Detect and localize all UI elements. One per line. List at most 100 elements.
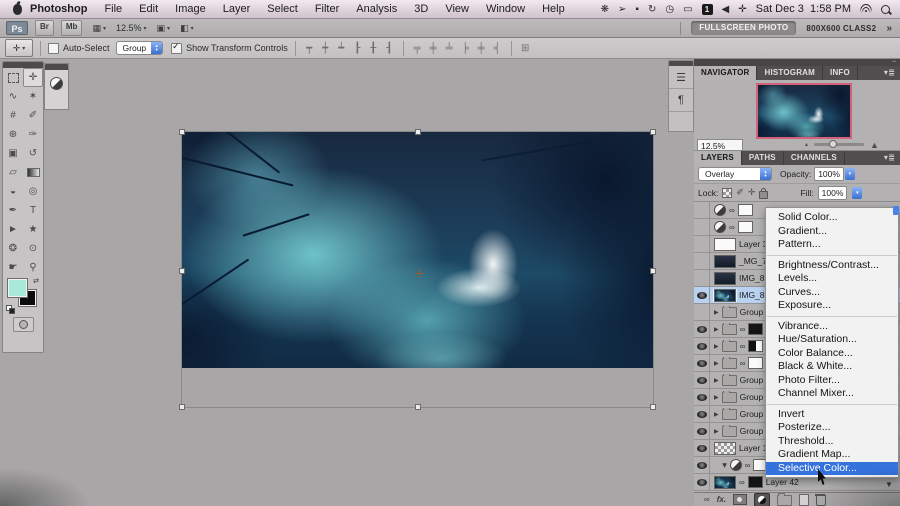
arrange-documents-button[interactable]: ▣ ▾ (157, 23, 171, 34)
pen-tool[interactable]: ✒ (3, 201, 23, 220)
transform-handle-bottom-right[interactable] (650, 404, 656, 410)
pan-3d-tool[interactable]: ⊙ (23, 239, 43, 258)
input-menu-icon[interactable]: 1 (702, 4, 713, 15)
align-left-edges-button[interactable]: ┠ (351, 41, 364, 56)
mask-thumbnail[interactable] (738, 221, 753, 233)
dodge-tool[interactable]: ◎ (23, 182, 43, 201)
layer-thumbnail[interactable] (714, 255, 736, 268)
visibility-toggle[interactable] (694, 270, 710, 286)
menu-item-image[interactable]: Image (175, 3, 206, 15)
mask-thumbnail[interactable] (738, 204, 753, 216)
menu-item-photoshop[interactable]: Photoshop (30, 3, 87, 15)
lock-all-icon[interactable] (759, 191, 768, 199)
eyedropper-tool[interactable]: ✐ (23, 106, 43, 125)
app-flower-icon[interactable]: ❋ (601, 0, 609, 19)
visibility-toggle[interactable] (694, 406, 710, 422)
distribute-top-edges-button[interactable]: ╤ (411, 41, 424, 56)
opacity-dropdown-button[interactable]: ▾ (845, 168, 855, 180)
mask-thumbnail[interactable] (748, 357, 763, 369)
menu-item-solid-color[interactable]: Solid Color... (766, 211, 898, 225)
navigator-proxy-preview[interactable] (756, 83, 852, 139)
link-layers-button[interactable]: ∞ (704, 495, 710, 504)
mask-thumbnail[interactable] (748, 476, 763, 488)
transform-handle-middle-left[interactable] (179, 268, 185, 274)
visibility-toggle[interactable] (694, 423, 710, 439)
distribute-left-edges-button[interactable]: ╞ (459, 41, 472, 56)
panel-menu-icon[interactable]: ▾≣ (884, 151, 900, 165)
transform-handle-top-right[interactable] (650, 129, 656, 135)
forward-share-icon[interactable]: ➢ (618, 0, 626, 19)
menu-item-selective-color[interactable]: Selective Color... (766, 462, 898, 476)
workspace-fullscreen-photo-button[interactable]: FULLSCREEN PHOTO (691, 21, 796, 35)
display-dark-icon[interactable]: ▪ (635, 0, 639, 19)
rectangular-marquee-tool[interactable] (3, 68, 23, 87)
view-extras-button[interactable]: ▦ ▾ (92, 23, 106, 34)
displays-icon[interactable]: ▭ (683, 0, 692, 19)
align-top-edges-button[interactable]: ┯ (303, 41, 316, 56)
menu-bar-clock[interactable]: Sat Dec 3 1:58 PM (756, 3, 851, 15)
rotate-3d-tool[interactable]: ❂ (3, 239, 23, 258)
expand-triangle-icon[interactable]: ▶ (714, 377, 719, 384)
menu-item-levels[interactable]: Levels... (766, 272, 898, 286)
move-tool-preset-button[interactable]: ✛ ▾ (5, 39, 33, 57)
workspace-800x600-class2-button[interactable]: 800X600 CLASS2 (806, 24, 876, 33)
menu-item-gradient[interactable]: Gradient... (766, 225, 898, 239)
expand-triangle-icon[interactable]: ▶ (714, 411, 719, 418)
menu-item-layer[interactable]: Layer (223, 3, 251, 15)
blur-tool[interactable]: ◒ (3, 182, 23, 201)
sync-icon[interactable]: ↻ (648, 0, 656, 19)
document-canvas-image[interactable] (181, 132, 654, 368)
mask-thumbnail[interactable] (748, 340, 763, 352)
transform-handle-bottom-left[interactable] (179, 404, 185, 410)
tab-channels[interactable]: CHANNELS (784, 151, 845, 165)
custom-shape-tool[interactable]: ★ (23, 220, 43, 239)
fill-dropdown-button[interactable]: ▾ (852, 187, 862, 199)
new-layer-button[interactable] (799, 494, 809, 506)
history-brush-tool[interactable]: ↺ (23, 144, 43, 163)
healing-brush-tool[interactable]: ⊕ (3, 125, 23, 144)
menu-item-threshold[interactable]: Threshold... (766, 435, 898, 449)
tab-paths[interactable]: PATHS (742, 151, 784, 165)
visibility-toggle[interactable] (694, 321, 710, 337)
menu-item-analysis[interactable]: Analysis (356, 3, 397, 15)
visibility-toggle[interactable] (694, 338, 710, 354)
layer-thumbnail[interactable] (714, 476, 736, 489)
layer-style-button[interactable]: fx. (717, 495, 726, 504)
delete-layer-button[interactable] (816, 495, 826, 506)
visibility-toggle[interactable] (694, 287, 710, 303)
volume-icon[interactable]: ◀ (722, 0, 730, 19)
fill-field[interactable]: 100% (818, 186, 848, 200)
lock-transparency-icon[interactable] (722, 188, 732, 198)
time-machine-icon[interactable]: ◷ (665, 0, 674, 19)
crop-tool[interactable]: # (3, 106, 23, 125)
hand-tool[interactable]: ☛ (3, 258, 23, 277)
clone-stamp-tool[interactable]: ▣ (3, 144, 23, 163)
spotlight-icon[interactable] (881, 5, 890, 14)
foreground-color-swatch[interactable] (8, 279, 27, 297)
zoom-out-icon[interactable]: ▴ (805, 141, 808, 148)
align-horizontal-centers-button[interactable]: ╂ (367, 41, 380, 56)
navigator-zoom-slider[interactable] (814, 143, 864, 146)
align-vertical-centers-button[interactable]: ┿ (319, 41, 332, 56)
show-transform-controls-checkbox[interactable] (171, 43, 182, 54)
zoom-level-control[interactable]: 12.5% ▾ (116, 23, 147, 33)
transform-reference-point[interactable] (415, 269, 424, 278)
tab-histogram[interactable]: HISTOGRAM (757, 66, 823, 80)
visibility-toggle[interactable] (694, 372, 710, 388)
visibility-toggle[interactable] (694, 389, 710, 405)
screen-mode-button[interactable]: ◧ ▾ (180, 23, 194, 34)
distribute-right-edges-button[interactable]: ╡ (491, 41, 504, 56)
add-layer-mask-button[interactable] (733, 494, 747, 505)
new-adjustment-layer-button[interactable] (754, 493, 770, 506)
lock-image-icon[interactable]: ✐ (736, 187, 744, 198)
menu-item-channel-mixer[interactable]: Channel Mixer... (766, 387, 898, 401)
visibility-toggle[interactable] (694, 236, 710, 252)
distribute-horizontal-centers-button[interactable]: ╪ (475, 41, 488, 56)
visibility-toggle[interactable] (694, 355, 710, 371)
menu-item-color-balance[interactable]: Color Balance... (766, 347, 898, 361)
transform-handle-bottom-center[interactable] (415, 404, 421, 410)
transform-handle-middle-right[interactable] (650, 268, 656, 274)
paragraph-panel-button[interactable]: ¶ (669, 89, 693, 112)
menu-item-exposure[interactable]: Exposure... (766, 299, 898, 313)
wifi-icon[interactable] (860, 4, 872, 14)
